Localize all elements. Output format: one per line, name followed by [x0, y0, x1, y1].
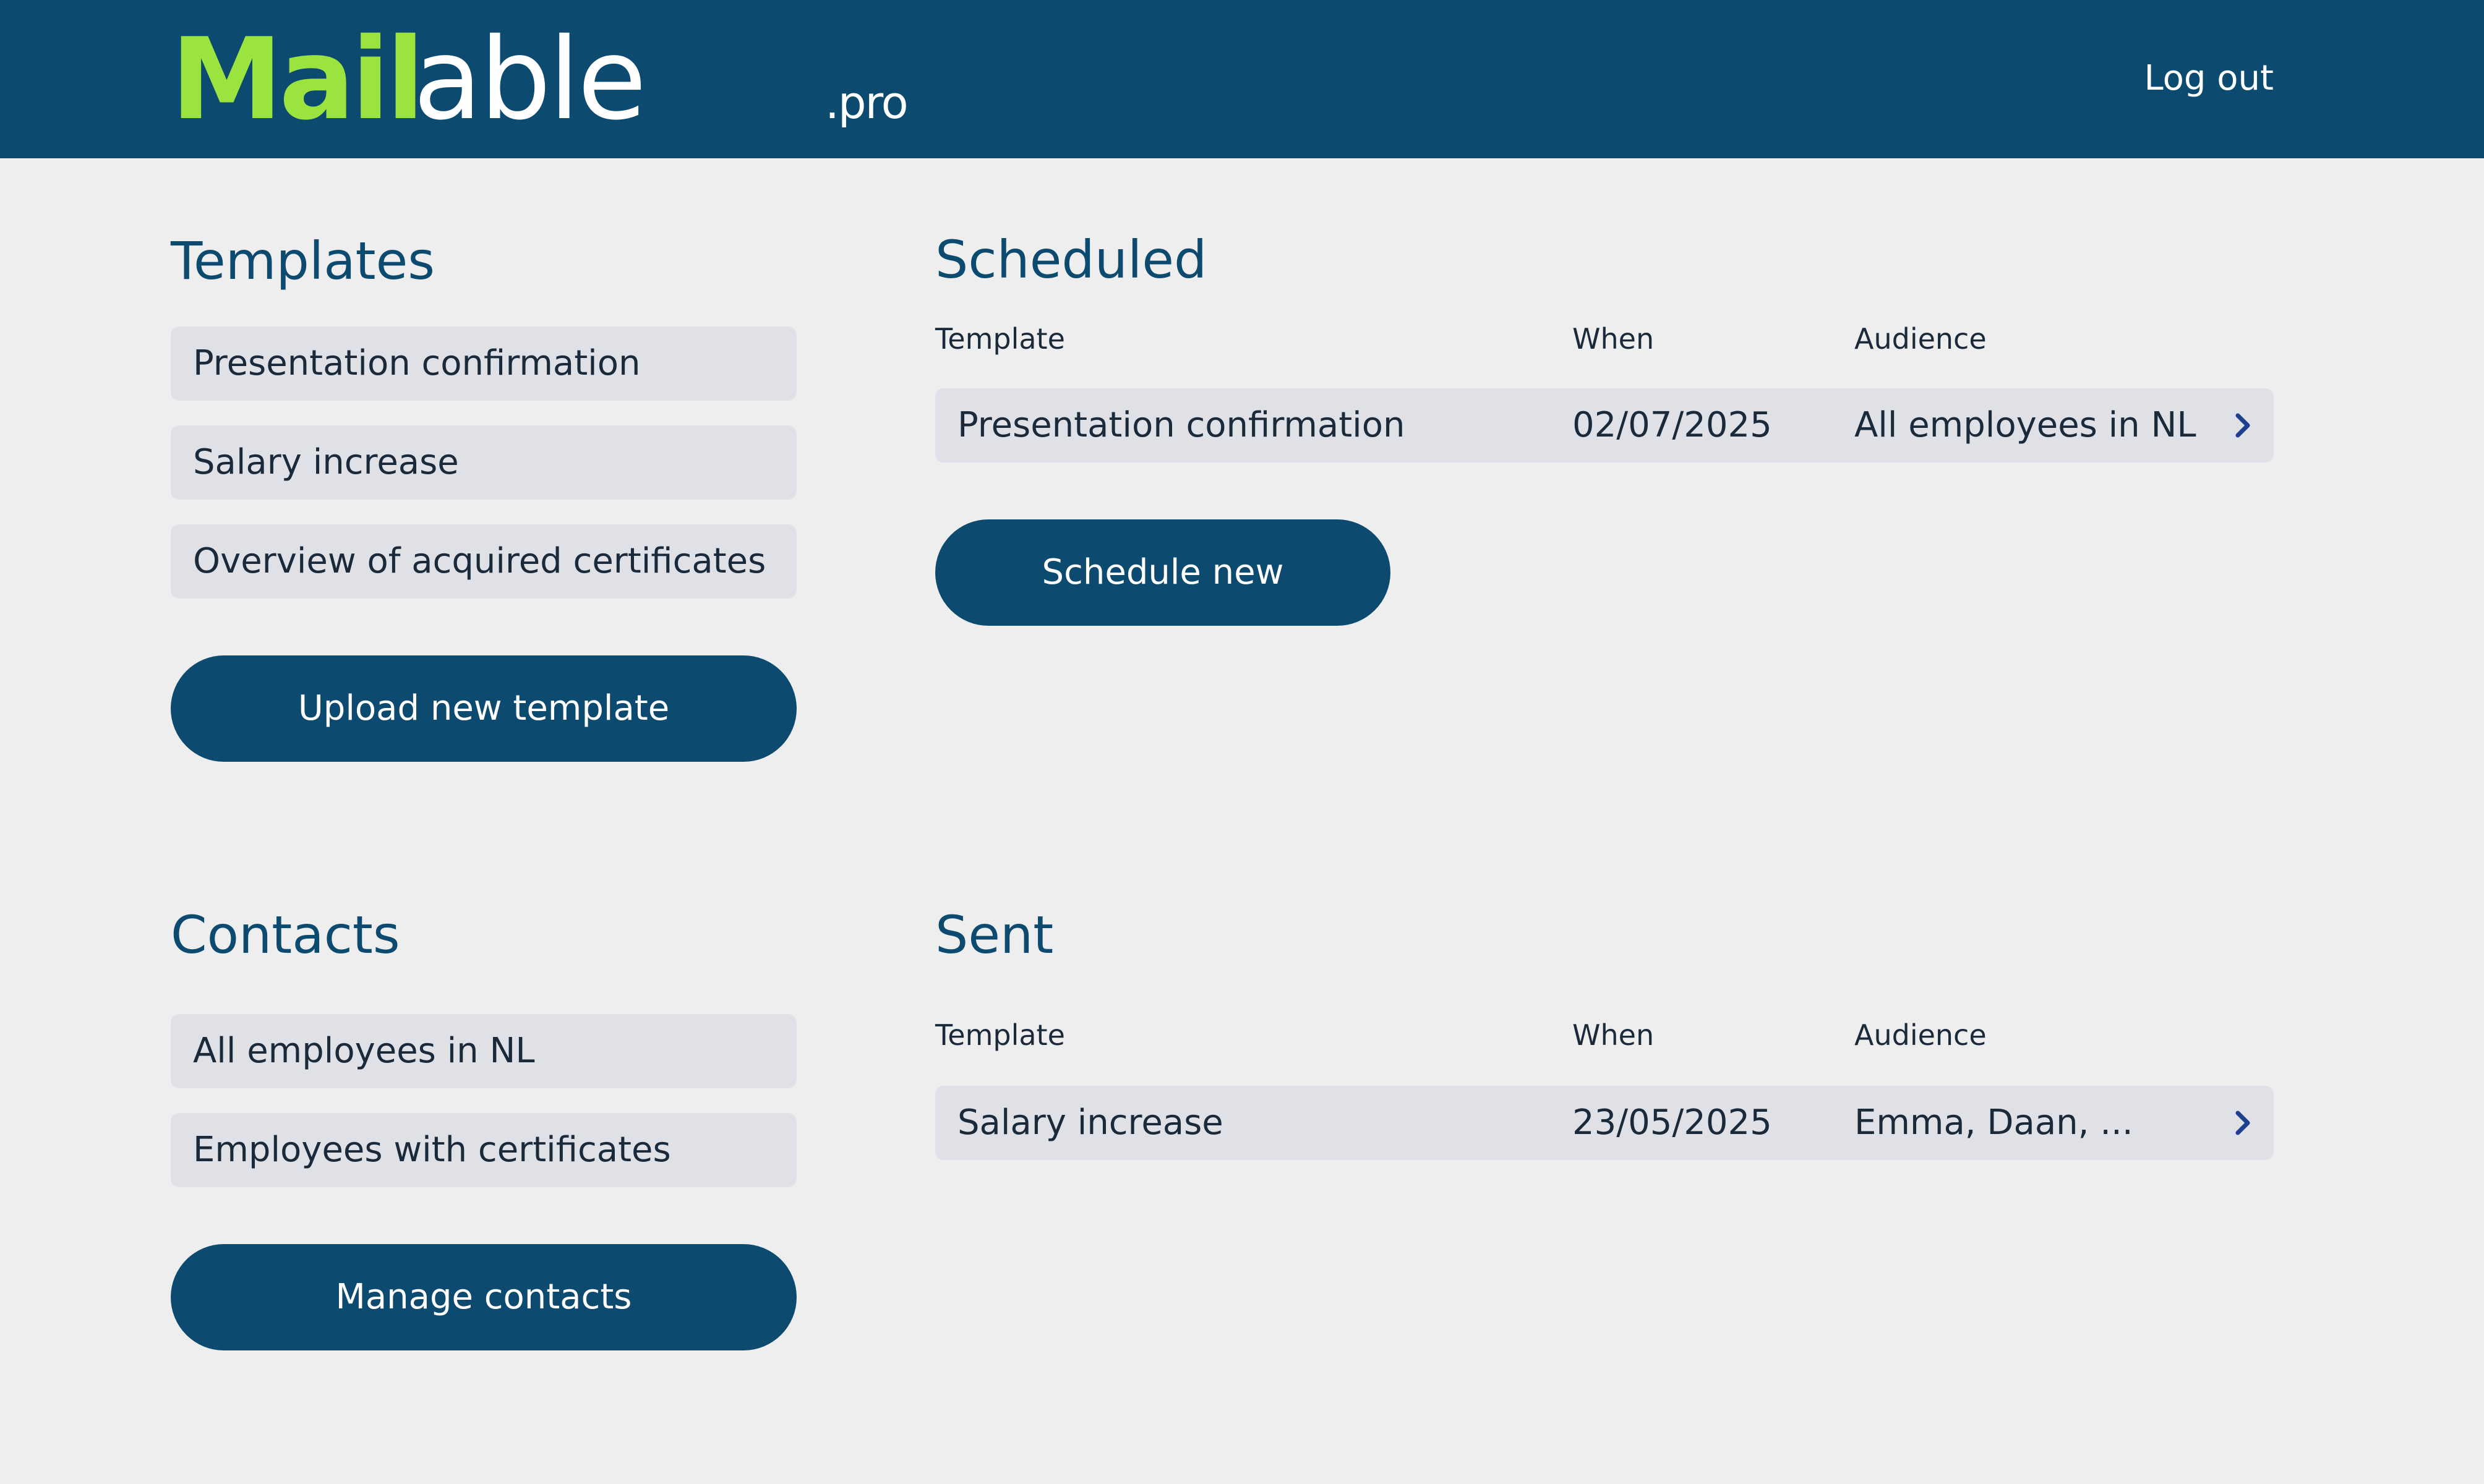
template-item[interactable]: Overview of acquired certificates — [171, 524, 797, 599]
scheduled-col-template: Template — [935, 322, 1065, 356]
sent-col-template: Template — [935, 1018, 1065, 1052]
row-when: 02/07/2025 — [1572, 405, 1772, 445]
contacts-title: Contacts — [171, 905, 400, 965]
row-template: Presentation confirmation — [957, 405, 1405, 445]
contact-list-item[interactable]: All employees in NL — [171, 1014, 797, 1088]
schedule-new-button[interactable]: Schedule new — [935, 519, 1390, 626]
row-audience: Emma, Daan, ... — [1854, 1102, 2133, 1143]
sent-col-audience: Audience — [1854, 1018, 1987, 1052]
top-header: Mail able .pro Log out — [0, 0, 2484, 158]
template-item[interactable]: Salary increase — [171, 425, 797, 500]
scheduled-row[interactable]: Presentation confirmation 02/07/2025 All… — [935, 388, 2274, 463]
contact-list-item[interactable]: Employees with certificates — [171, 1113, 797, 1187]
chevron-right-icon[interactable] — [2229, 412, 2256, 439]
chevron-right-icon[interactable] — [2229, 1109, 2256, 1136]
sent-title: Sent — [935, 905, 1054, 965]
manage-contacts-button[interactable]: Manage contacts — [171, 1244, 797, 1350]
upload-template-button[interactable]: Upload new template — [171, 655, 797, 762]
template-item[interactable]: Presentation confirmation — [171, 326, 797, 401]
logo-mail-text: Mail — [171, 14, 425, 145]
sent-row[interactable]: Salary increase 23/05/2025 Emma, Daan, .… — [935, 1086, 2274, 1160]
templates-title: Templates — [171, 231, 435, 291]
row-audience: All employees in NL — [1854, 405, 2196, 445]
sent-col-when: When — [1572, 1018, 1655, 1052]
logout-link[interactable]: Log out — [2144, 58, 2274, 99]
scheduled-col-when: When — [1572, 322, 1655, 356]
logo-suffix-text: .pro — [825, 77, 909, 129]
scheduled-title: Scheduled — [935, 229, 1207, 290]
row-when: 23/05/2025 — [1572, 1102, 1772, 1143]
scheduled-col-audience: Audience — [1854, 322, 1987, 356]
logo-able-text: able — [413, 14, 647, 145]
row-template: Salary increase — [957, 1102, 1223, 1143]
